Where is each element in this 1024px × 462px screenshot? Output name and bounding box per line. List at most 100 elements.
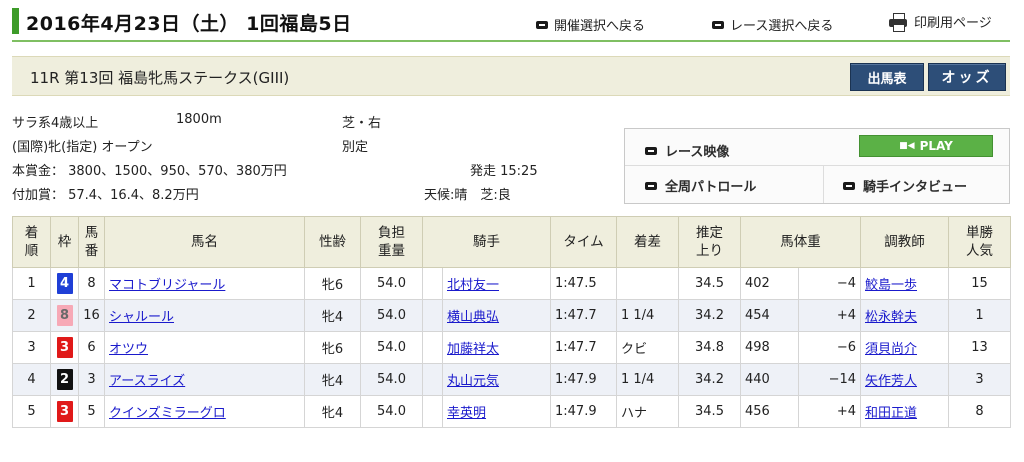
- trainer-link[interactable]: 鮫島一歩: [865, 278, 917, 293]
- cell-sexage: 牝6: [304, 331, 361, 364]
- trainer-link[interactable]: 松永幹夫: [865, 310, 917, 325]
- col-bodyweight: 馬体重: [740, 216, 861, 268]
- video-panel: レース映像 ■◀ PLAY 全周パトロール 騎手インタビュー: [624, 128, 1010, 204]
- cell-time: 1:47.9: [550, 395, 617, 428]
- col-margin: 着差: [616, 216, 679, 268]
- col-horse: 馬名: [104, 216, 305, 268]
- cell-last3f: 34.2: [678, 299, 741, 332]
- cell-weight: 54.0: [360, 395, 423, 428]
- race-video-label: レース映像: [665, 145, 730, 160]
- cell-rank: 1: [12, 267, 51, 300]
- horse-link[interactable]: マコトブリジャール: [109, 278, 225, 293]
- cell-bodyweight-diff: −14: [798, 363, 861, 396]
- cell-jockey: 横山典弘: [442, 299, 551, 332]
- cell-number: 5: [78, 395, 105, 428]
- col-last3f: 推定 上り: [678, 216, 741, 268]
- cell-last3f: 34.5: [678, 395, 741, 428]
- cell-number: 8: [78, 267, 105, 300]
- trainer-link[interactable]: 和田正道: [865, 406, 917, 421]
- cell-bodyweight: 498: [740, 331, 799, 364]
- video-camera-icon: ■◀: [899, 141, 915, 151]
- odds-button[interactable]: オッズ: [928, 63, 1006, 91]
- cell-margin: 1 1/4: [616, 363, 679, 396]
- patrol-video-link[interactable]: 全周パトロール: [645, 176, 756, 195]
- cell-horse: シャルール: [104, 299, 305, 332]
- cell-last3f: 34.5: [678, 267, 741, 300]
- back-to-meeting-link[interactable]: 開催選択へ戻る: [536, 15, 645, 34]
- horse-link[interactable]: シャルール: [109, 310, 174, 325]
- cell-trainer: 鮫島一歩: [860, 267, 949, 300]
- jockey-link[interactable]: 横山典弘: [447, 310, 499, 325]
- col-time: タイム: [550, 216, 617, 268]
- horse-link[interactable]: オツウ: [109, 342, 148, 357]
- cell-weight: 54.0: [360, 331, 423, 364]
- cell-spacer: [422, 331, 443, 364]
- table-row: 1 4 8 マコトブリジャール 牝6 54.0 北村友一 1:47.5 34.5 402 −4 鮫島一…: [12, 267, 1011, 300]
- cell-spacer: [422, 395, 443, 428]
- cell-time: 1:47.5: [550, 267, 617, 300]
- race-video-link[interactable]: レース映像: [645, 141, 729, 160]
- back-to-race-link[interactable]: レース選択へ戻る: [712, 15, 833, 34]
- weight-rule: 別定: [342, 140, 369, 155]
- race-card-button[interactable]: 出馬表: [850, 63, 924, 91]
- interview-video-label: 騎手インタビュー: [863, 180, 968, 195]
- back-to-meeting-label: 開催選択へ戻る: [554, 19, 646, 34]
- arrow-pill-icon: [645, 146, 657, 155]
- jockey-link[interactable]: 北村友一: [447, 278, 499, 293]
- cell-last3f: 34.2: [678, 363, 741, 396]
- play-button[interactable]: ■◀ PLAY: [859, 135, 993, 157]
- cell-sexage: 牝4: [304, 299, 361, 332]
- arrow-pill-icon: [843, 181, 855, 190]
- waku-badge: 3: [56, 337, 73, 358]
- cell-popularity: 13: [948, 331, 1011, 364]
- cell-sexage: 牝6: [304, 267, 361, 300]
- printer-icon: [888, 13, 908, 32]
- prize-money: 本賞金： 3800、1500、950、570、380万円: [12, 164, 287, 179]
- interview-video-link[interactable]: 騎手インタビュー: [843, 176, 967, 195]
- race-class: サラ系4歳以上: [12, 116, 99, 131]
- cell-trainer: 松永幹夫: [860, 299, 949, 332]
- cell-jockey: 北村友一: [442, 267, 551, 300]
- extra-prize: 付加賞： 57.4、16.4、8.2万円: [12, 188, 199, 203]
- col-popularity: 単勝 人気: [948, 216, 1011, 268]
- cell-bodyweight: 440: [740, 363, 799, 396]
- cell-horse: マコトブリジャール: [104, 267, 305, 300]
- cell-spacer: [422, 363, 443, 396]
- jockey-link[interactable]: 幸英明: [447, 406, 486, 421]
- back-to-race-label: レース選択へ戻る: [730, 19, 834, 34]
- cell-waku: 3: [50, 395, 79, 428]
- race-distance: 1800m: [176, 112, 222, 127]
- cell-margin: 1 1/4: [616, 299, 679, 332]
- horse-link[interactable]: クインズミラーグロ: [109, 406, 226, 421]
- col-waku: 枠: [50, 216, 79, 268]
- cell-margin: ハナ: [616, 395, 679, 428]
- table-row: 5 3 5 クインズミラーグロ 牝4 54.0 幸英明 1:47.9 ハナ 34.5 456 +4 和田…: [12, 395, 1011, 428]
- cell-rank: 4: [12, 363, 51, 396]
- jockey-link[interactable]: 加藤祥太: [447, 342, 499, 357]
- horse-link[interactable]: アースライズ: [109, 374, 185, 389]
- race-title-bar: 11R 第13回 福島牝馬ステークス(GIII) 出馬表 オッズ: [12, 56, 1010, 96]
- cell-popularity: 1: [948, 299, 1011, 332]
- cell-bodyweight: 402: [740, 267, 799, 300]
- title-accent-bar: [12, 8, 19, 34]
- trainer-link[interactable]: 須貝尚介: [865, 342, 917, 357]
- cell-trainer: 矢作芳人: [860, 363, 949, 396]
- cell-time: 1:47.9: [550, 363, 617, 396]
- cell-bodyweight: 456: [740, 395, 799, 428]
- race-surface: 芝・右: [342, 116, 382, 131]
- race-condition: (国際)牝(指定) オープン: [12, 140, 153, 155]
- trainer-link[interactable]: 矢作芳人: [865, 374, 917, 389]
- cell-popularity: 15: [948, 267, 1011, 300]
- cell-weight: 54.0: [360, 299, 423, 332]
- start-time: 発走 15:25: [470, 164, 538, 179]
- jockey-link[interactable]: 丸山元気: [447, 374, 499, 389]
- header-underline: [12, 40, 1010, 42]
- cell-bodyweight: 454: [740, 299, 799, 332]
- cell-sexage: 牝4: [304, 363, 361, 396]
- cell-waku: 4: [50, 267, 79, 300]
- race-name: 11R 第13回 福島牝馬ステークス(GIII): [30, 69, 290, 87]
- print-page-link[interactable]: 印刷用ページ: [888, 12, 992, 32]
- cell-trainer: 須貝尚介: [860, 331, 949, 364]
- col-sexage: 性齢: [304, 216, 361, 268]
- cell-rank: 2: [12, 299, 51, 332]
